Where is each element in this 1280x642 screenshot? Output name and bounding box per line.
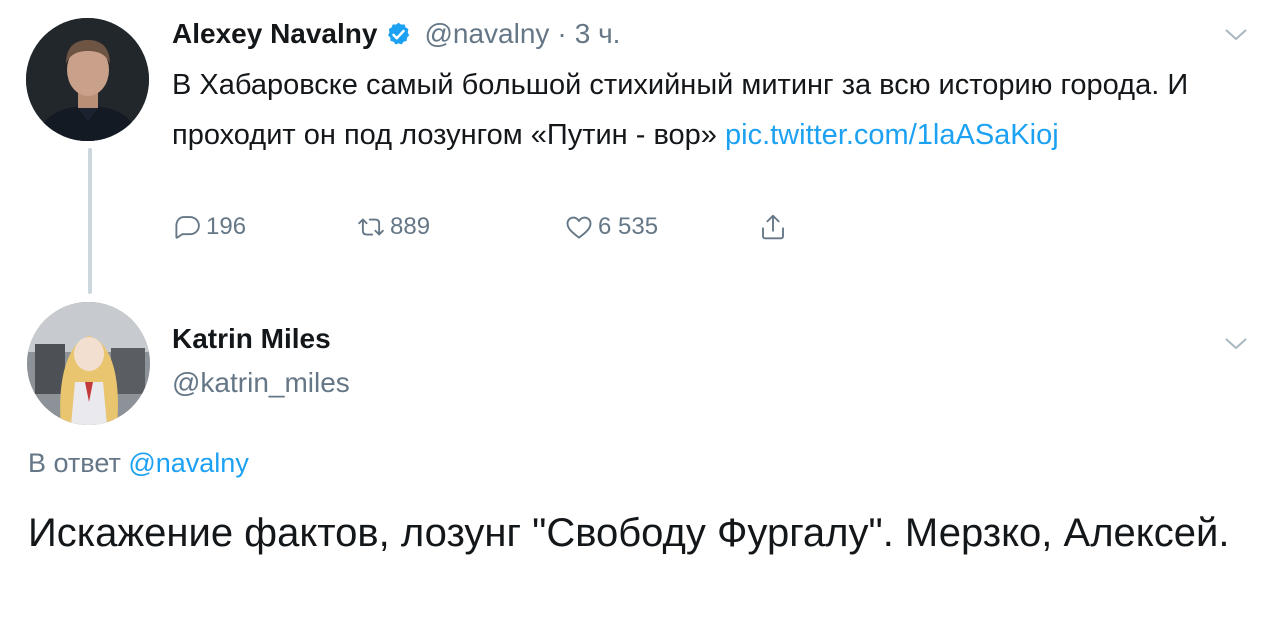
like-icon <box>566 216 592 239</box>
replying-to: В ответ @navalny <box>28 448 249 479</box>
avatar-katrin-miles[interactable] <box>27 302 150 425</box>
retweet-button[interactable]: 889 <box>356 212 430 242</box>
tweet1-header: Alexey Navalny @navalny · 3 ч. <box>172 14 620 54</box>
retweet-count: 889 <box>390 213 431 240</box>
tweet1-text: В Хабаровске самый большой стихийный мит… <box>172 60 1252 160</box>
chevron-down-icon[interactable] <box>1224 337 1248 351</box>
share-icon <box>762 214 784 240</box>
chevron-down-icon[interactable] <box>1224 28 1248 42</box>
tweet2-text: Искажение фактов, лозунг "Свободу Фургал… <box>28 511 1230 555</box>
replying-to-handle[interactable]: @navalny <box>128 448 248 478</box>
like-count: 6 535 <box>598 213 659 240</box>
replying-to-label: В ответ <box>28 448 121 478</box>
tweet1-actions: 196 889 6 535 <box>172 212 812 248</box>
reply-count: 196 <box>206 213 247 240</box>
thread-line <box>88 148 92 294</box>
reply-button[interactable]: 196 <box>172 212 246 242</box>
avatar-alexey-navalny[interactable] <box>26 18 149 141</box>
tweet1-media-link[interactable]: pic.twitter.com/1laASaKioj <box>725 119 1059 151</box>
tweet-timestamp[interactable]: 3 ч. <box>575 18 621 50</box>
author-name[interactable]: Alexey Navalny <box>172 18 377 50</box>
retweet-icon <box>358 218 384 236</box>
header-separator: · <box>557 18 567 49</box>
author-name[interactable]: Katrin Miles <box>172 323 331 355</box>
author-handle[interactable]: @katrin_miles <box>172 367 350 399</box>
author-handle[interactable]: @navalny <box>424 18 549 50</box>
verified-badge-icon <box>385 21 412 48</box>
like-button[interactable]: 6 535 <box>564 212 658 242</box>
reply-icon <box>175 216 200 239</box>
share-button[interactable] <box>758 212 792 242</box>
